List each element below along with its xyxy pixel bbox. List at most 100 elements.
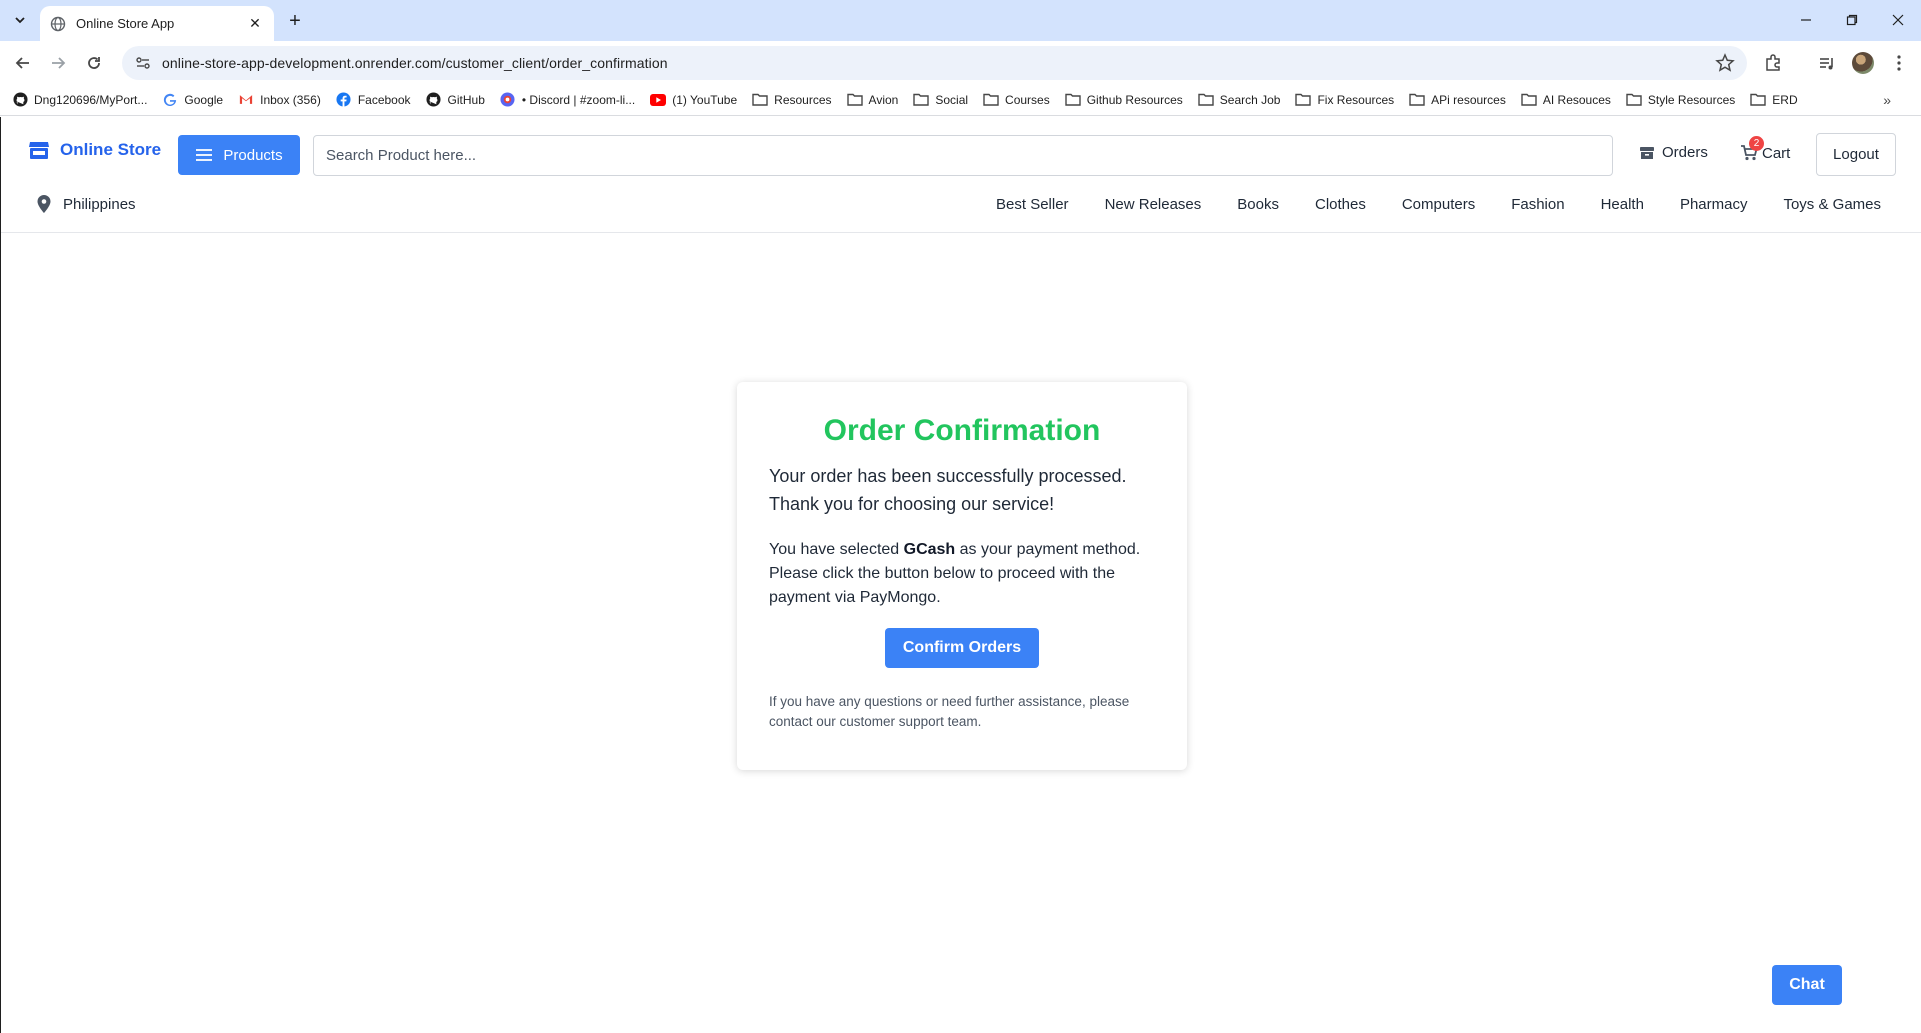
category-link[interactable]: Best Seller	[996, 196, 1069, 213]
category-link[interactable]: New Releases	[1105, 196, 1202, 213]
orders-label: Orders	[1662, 144, 1708, 161]
gmail-icon	[238, 92, 254, 108]
bookmark-label: • Discord | #zoom-li...	[521, 92, 636, 107]
bookmark-label: GitHub	[447, 92, 485, 107]
hamburger-icon	[196, 149, 213, 161]
cart-label: Cart	[1762, 144, 1791, 162]
location-selector[interactable]: Philippines	[37, 195, 136, 213]
bookmark-item[interactable]: Fix Resources	[1295, 92, 1394, 108]
bookmark-item[interactable]: Avion	[846, 92, 899, 108]
payment-info: You have selected GCash as your payment …	[769, 538, 1155, 610]
extensions-icon[interactable]	[1762, 52, 1784, 74]
reload-icon[interactable]	[81, 50, 107, 76]
bookmark-label: Social	[935, 92, 969, 107]
bookmark-label: APi resources	[1431, 92, 1506, 107]
bookmark-item[interactable]: Inbox (356)	[238, 92, 321, 108]
bookmark-label: Google	[184, 92, 224, 107]
globe-icon	[50, 16, 66, 31]
confirm-orders-button[interactable]: Confirm Orders	[885, 628, 1039, 668]
category-link[interactable]: Books	[1237, 196, 1279, 213]
facebook-icon	[336, 92, 352, 108]
bookmark-item[interactable]: GitHub	[426, 92, 485, 108]
category-link[interactable]: Computers	[1402, 196, 1475, 213]
media-controls-icon[interactable]	[1816, 52, 1838, 74]
chat-button[interactable]: Chat	[1772, 965, 1842, 1005]
folder-icon	[1750, 92, 1766, 108]
bookmark-item[interactable]: Social	[913, 92, 968, 108]
bookmark-label: Dng120696/MyPort...	[34, 92, 148, 107]
store-logo[interactable]: Online Store	[28, 139, 161, 161]
bookmark-star-icon[interactable]	[1715, 53, 1735, 73]
close-window-icon[interactable]	[1883, 8, 1913, 32]
search-input[interactable]	[313, 135, 1613, 176]
more-bookmarks-icon[interactable]: »	[1883, 92, 1891, 108]
bookmark-label: (1) YouTube	[672, 92, 738, 107]
youtube-icon	[650, 92, 667, 108]
bookmark-item[interactable]: ERD	[1750, 92, 1798, 108]
category-nav: Best Seller New Releases Books Clothes Compu…	[960, 196, 1881, 213]
bookmark-label: Avion	[868, 92, 899, 107]
folder-icon	[1626, 92, 1642, 108]
bookmark-item[interactable]: Dng120696/MyPort...	[12, 92, 147, 108]
folder-icon	[1198, 92, 1214, 108]
folder-icon	[1409, 92, 1425, 108]
bookmark-item[interactable]: Search Job	[1198, 92, 1280, 108]
tab-search-button[interactable]	[8, 8, 32, 32]
close-tab-icon[interactable]: ✕	[246, 15, 264, 33]
bookmark-label: Courses	[1005, 92, 1050, 107]
category-link[interactable]: Clothes	[1315, 196, 1366, 213]
bookmark-item[interactable]: Google	[162, 92, 223, 108]
category-link[interactable]: Health	[1601, 196, 1644, 213]
new-tab-button[interactable]: +	[284, 10, 306, 32]
bookmark-label: Resources	[774, 92, 832, 107]
bookmark-item[interactable]: Courses	[983, 92, 1050, 108]
restore-icon[interactable]	[1837, 8, 1867, 32]
bookmark-label: Github Resources	[1086, 92, 1183, 107]
bookmark-label: Facebook	[357, 92, 411, 107]
bookmark-item[interactable]: (1) YouTube	[650, 92, 737, 108]
kebab-menu-icon[interactable]	[1888, 52, 1910, 74]
logout-button[interactable]: Logout	[1816, 133, 1896, 176]
discord-icon	[500, 92, 516, 108]
payment-info-prefix: You have selected	[769, 541, 904, 558]
minimize-icon[interactable]	[1791, 8, 1821, 32]
category-link[interactable]: Fashion	[1511, 196, 1564, 213]
address-bar[interactable]: online-store-app-development.onrender.co…	[122, 46, 1747, 80]
page-content: Online Store Products Orders Cart 2 Logo…	[0, 117, 1921, 1033]
tab-strip: Online Store App ✕ +	[0, 0, 1921, 41]
bookmark-label: ERD	[1772, 92, 1798, 107]
products-label: Products	[223, 146, 283, 164]
folder-icon	[983, 92, 999, 108]
bookmark-item[interactable]: APi resources	[1409, 92, 1506, 108]
map-pin-icon	[37, 195, 51, 213]
tab-title: Online Store App	[76, 16, 175, 31]
profile-avatar[interactable]	[1852, 52, 1874, 74]
browser-tab[interactable]: Online Store App ✕	[40, 6, 274, 41]
bookmark-item[interactable]: Style Resources	[1626, 92, 1735, 108]
bookmark-item[interactable]: • Discord | #zoom-li...	[500, 92, 635, 108]
bookmark-item[interactable]: AI Resouces	[1521, 92, 1611, 108]
folder-icon	[752, 92, 768, 108]
archive-box-icon	[1640, 146, 1654, 159]
storefront-icon	[29, 142, 49, 159]
github-icon	[12, 92, 28, 108]
category-link[interactable]: Pharmacy	[1680, 196, 1748, 213]
folder-icon	[1065, 92, 1081, 108]
forward-icon[interactable]	[45, 50, 71, 76]
browser-toolbar: online-store-app-development.onrender.co…	[0, 41, 1921, 84]
category-link[interactable]: Toys & Games	[1783, 196, 1881, 213]
products-menu-button[interactable]: Products	[178, 135, 300, 175]
bookmark-item[interactable]: Resources	[752, 92, 832, 108]
github-icon	[426, 92, 442, 108]
site-settings-icon[interactable]	[134, 54, 152, 72]
cart-link[interactable]: Cart	[1740, 144, 1790, 162]
orders-link[interactable]: Orders	[1639, 144, 1708, 161]
bookmark-item[interactable]: Github Resources	[1065, 92, 1183, 108]
order-confirmation-card: Order Confirmation Your order has been s…	[737, 382, 1187, 770]
folder-icon	[1295, 92, 1312, 108]
bookmark-item[interactable]: Facebook	[336, 92, 411, 108]
bookmark-label: Fix Resources	[1317, 92, 1395, 107]
support-note: If you have any questions or need furthe…	[769, 694, 1130, 729]
back-icon[interactable]	[10, 50, 36, 76]
chevron-down-icon	[15, 17, 25, 24]
